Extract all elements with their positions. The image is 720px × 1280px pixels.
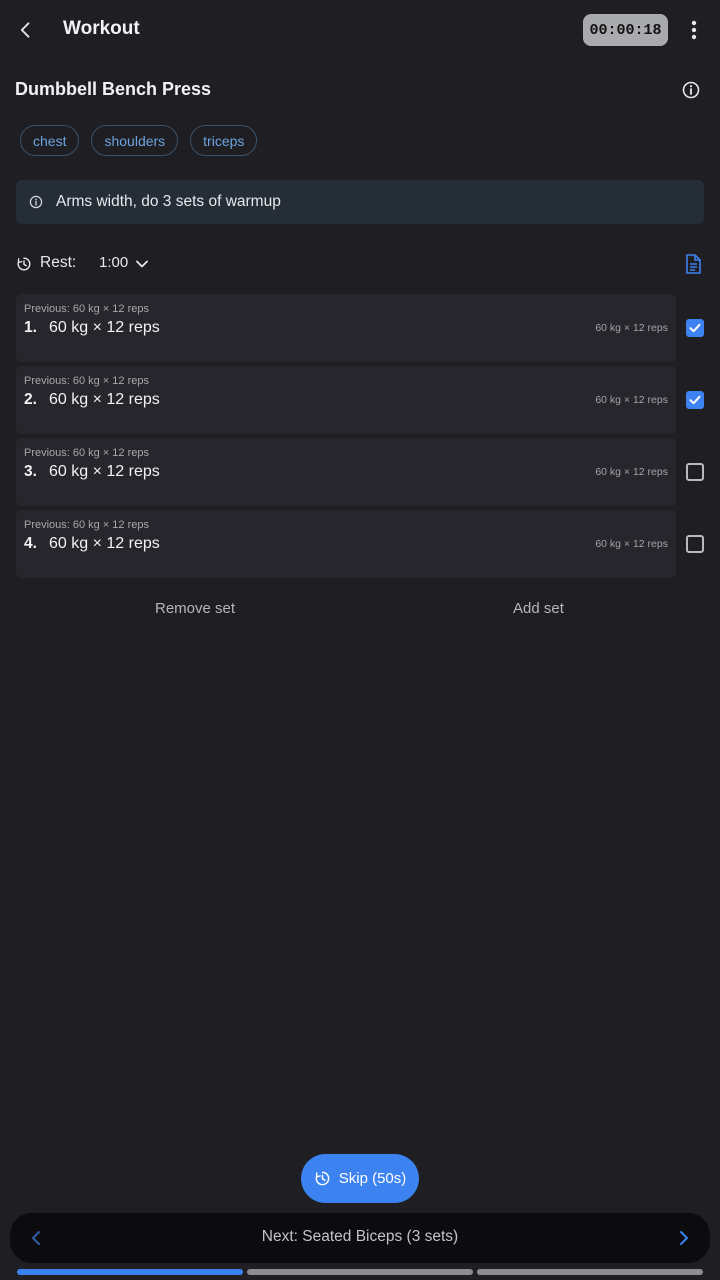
tag-shoulders[interactable]: shoulders bbox=[91, 125, 179, 156]
info-icon bbox=[29, 195, 43, 209]
document-icon bbox=[686, 254, 701, 274]
muscle-tags: chest shoulders triceps bbox=[20, 125, 258, 156]
progress-segment bbox=[477, 1269, 703, 1275]
previous-label: Previous: bbox=[24, 303, 70, 315]
skip-label: Skip (50s) bbox=[338, 1170, 407, 1187]
previous-set: Previous: 60 kg × 12 reps bbox=[24, 303, 149, 315]
add-set-button[interactable]: Add set bbox=[513, 600, 564, 617]
sets-list: Previous: 60 kg × 12 reps 1. 60 kg × 12 r… bbox=[16, 294, 704, 582]
set-row: Previous: 60 kg × 12 reps 1. 60 kg × 12 r… bbox=[16, 294, 704, 362]
set-number: 4. bbox=[24, 535, 37, 552]
set-complete-checkbox[interactable] bbox=[686, 391, 704, 409]
previous-set: Previous: 60 kg × 12 reps bbox=[24, 375, 149, 387]
chevron-right-icon bbox=[680, 1231, 688, 1245]
check-icon bbox=[689, 323, 701, 333]
rest-timer-row: Rest: 1:00 bbox=[16, 252, 704, 276]
check-icon bbox=[689, 395, 701, 405]
tag-triceps[interactable]: triceps bbox=[190, 125, 258, 156]
set-row: Previous: 60 kg × 12 reps 2. 60 kg × 12 r… bbox=[16, 366, 704, 434]
previous-set: Previous: 60 kg × 12 reps bbox=[24, 519, 149, 531]
skip-rest-button[interactable]: Skip (50s) bbox=[301, 1154, 419, 1203]
set-card[interactable]: Previous: 60 kg × 12 reps 4. 60 kg × 12 r… bbox=[16, 510, 676, 578]
more-vert-icon bbox=[691, 20, 697, 40]
set-complete-checkbox[interactable] bbox=[686, 463, 704, 481]
set-number: 3. bbox=[24, 463, 37, 480]
previous-label: Previous: bbox=[24, 375, 70, 387]
set-actions: Remove set Add set bbox=[16, 598, 704, 620]
previous-label: Previous: bbox=[24, 447, 70, 459]
previous-value: 60 kg × 12 reps bbox=[72, 303, 149, 315]
previous-value: 60 kg × 12 reps bbox=[72, 375, 149, 387]
more-options-button[interactable] bbox=[682, 16, 706, 44]
progress-segment bbox=[17, 1269, 243, 1275]
chevron-down-icon[interactable] bbox=[134, 256, 150, 272]
set-card[interactable]: Previous: 60 kg × 12 reps 3. 60 kg × 12 r… bbox=[16, 438, 676, 506]
set-row: Previous: 60 kg × 12 reps 3. 60 kg × 12 r… bbox=[16, 438, 704, 506]
set-value: 60 kg × 12 reps bbox=[49, 391, 160, 408]
set-card[interactable]: Previous: 60 kg × 12 reps 1. 60 kg × 12 r… bbox=[16, 294, 676, 362]
next-exercise-label[interactable]: Next: Seated Biceps (3 sets) bbox=[10, 1228, 710, 1246]
set-row: Previous: 60 kg × 12 reps 4. 60 kg × 12 r… bbox=[16, 510, 704, 578]
set-number: 2. bbox=[24, 391, 37, 408]
note-text: Arms width, do 3 sets of warmup bbox=[56, 193, 281, 210]
exercise-name: Dumbbell Bench Press bbox=[15, 79, 212, 99]
exercise-notes-button[interactable] bbox=[682, 252, 704, 276]
previous-label: Previous: bbox=[24, 519, 70, 531]
exercise-navigation-bar: Next: Seated Biceps (3 sets) bbox=[10, 1213, 710, 1263]
set-target: 60 kg × 12 reps bbox=[595, 394, 668, 406]
set-complete-checkbox[interactable] bbox=[686, 319, 704, 337]
previous-set: Previous: 60 kg × 12 reps bbox=[24, 447, 149, 459]
set-target: 60 kg × 12 reps bbox=[595, 322, 668, 334]
set-target: 60 kg × 12 reps bbox=[595, 466, 668, 478]
back-button[interactable] bbox=[12, 16, 40, 44]
set-target: 60 kg × 12 reps bbox=[595, 538, 668, 550]
next-exercise-button[interactable] bbox=[674, 1228, 694, 1248]
tag-chest[interactable]: chest bbox=[20, 125, 80, 156]
info-icon bbox=[682, 81, 700, 99]
set-number: 1. bbox=[24, 319, 37, 336]
timer-icon bbox=[17, 257, 31, 271]
top-app-bar: Workout 00:00:18 bbox=[0, 0, 720, 60]
workout-progress bbox=[17, 1269, 703, 1275]
workout-screen: Workout 00:00:18 Dumbbell Bench Press ch… bbox=[0, 0, 720, 1280]
workout-timer[interactable]: 00:00:18 bbox=[583, 14, 668, 46]
timer-icon bbox=[315, 1171, 330, 1186]
remove-set-button[interactable]: Remove set bbox=[155, 600, 235, 617]
progress-segment bbox=[247, 1269, 473, 1275]
rest-duration-select[interactable]: 1:00 bbox=[99, 254, 128, 271]
set-value: 60 kg × 12 reps bbox=[49, 319, 160, 336]
chevron-left-icon bbox=[20, 22, 30, 38]
exercise-info-button[interactable] bbox=[680, 79, 702, 101]
previous-value: 60 kg × 12 reps bbox=[72, 519, 149, 531]
set-value: 60 kg × 12 reps bbox=[49, 463, 160, 480]
exercise-note[interactable]: Arms width, do 3 sets of warmup bbox=[16, 180, 704, 224]
set-complete-checkbox[interactable] bbox=[686, 535, 704, 553]
set-card[interactable]: Previous: 60 kg × 12 reps 2. 60 kg × 12 r… bbox=[16, 366, 676, 434]
set-value: 60 kg × 12 reps bbox=[49, 535, 160, 552]
previous-value: 60 kg × 12 reps bbox=[72, 447, 149, 459]
page-title: Workout bbox=[63, 18, 140, 39]
rest-label: Rest: bbox=[40, 254, 77, 271]
